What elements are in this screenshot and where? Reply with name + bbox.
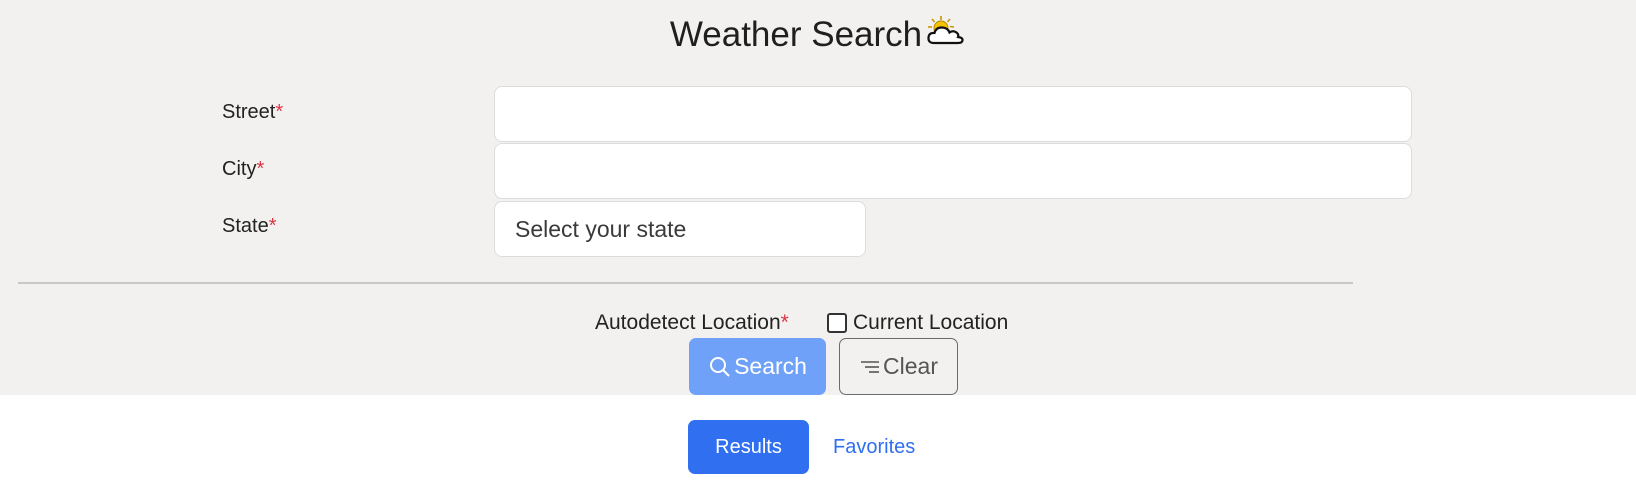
search-form-panel: Weather Search Street* City* State* Sele… xyxy=(0,0,1636,395)
partly-cloudy-icon xyxy=(924,14,966,57)
clear-button[interactable]: Clear xyxy=(839,338,958,395)
state-select[interactable]: Select your state xyxy=(494,201,866,257)
required-asterisk: * xyxy=(780,311,789,334)
state-select-value: Select your state xyxy=(515,216,687,242)
tab-favorites[interactable]: Favorites xyxy=(833,420,915,474)
current-location-checkbox[interactable] xyxy=(827,313,847,333)
current-location-label[interactable]: Current Location xyxy=(853,311,1008,335)
result-tabs: Results Favorites xyxy=(0,420,1636,474)
state-label: State* xyxy=(222,215,277,237)
page-title-text: Weather Search xyxy=(669,15,923,54)
page-title: Weather Search xyxy=(0,14,1636,57)
city-label: City* xyxy=(222,158,265,180)
required-asterisk: * xyxy=(268,215,277,237)
search-button-label: Search xyxy=(734,353,807,379)
search-icon xyxy=(708,355,732,379)
street-input[interactable] xyxy=(494,86,1412,142)
clear-button-label: Clear xyxy=(883,353,938,379)
autodetect-label: Autodetect Location* xyxy=(595,311,789,334)
city-input[interactable] xyxy=(494,143,1412,199)
form-divider xyxy=(18,282,1353,284)
search-button[interactable]: Search xyxy=(689,338,826,395)
required-asterisk: * xyxy=(256,158,265,180)
tab-results[interactable]: Results xyxy=(688,420,809,474)
required-asterisk: * xyxy=(275,101,284,123)
street-label: Street* xyxy=(222,101,284,123)
clear-list-icon xyxy=(859,357,881,377)
